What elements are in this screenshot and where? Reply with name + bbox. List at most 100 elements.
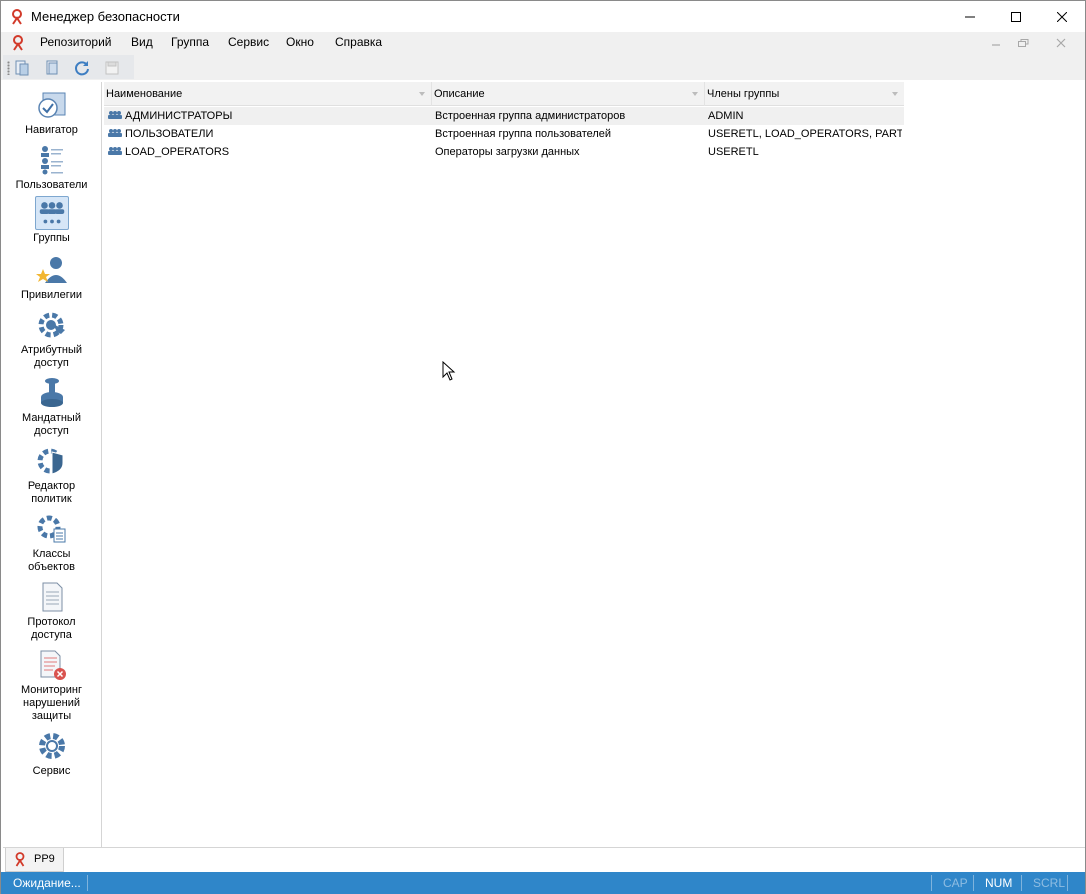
row-name-cell: ПОЛЬЗОВАТЕЛИ (107, 125, 429, 143)
mdi-app-icon[interactable] (11, 35, 25, 51)
mandatory-access-icon (40, 378, 63, 407)
row-name: ПОЛЬЗОВАТЕЛИ (125, 128, 214, 140)
nav-label-policy-editor: Редактор политик (27, 480, 76, 505)
properties-icon[interactable] (43, 59, 61, 77)
close-button[interactable] (1039, 1, 1085, 32)
close-icon (1057, 11, 1067, 22)
nav-item-navigator[interactable]: Навигатор (3, 88, 100, 137)
nav-label-navigator: Навигатор (25, 124, 78, 136)
row-members: ADMIN (708, 110, 744, 122)
row-members: USERETL, LOAD_OPERATORS, PART... (708, 128, 902, 140)
row-name: АДМИНИСТРАТОРЫ (125, 110, 233, 122)
navigator-icon (37, 92, 65, 118)
toolbar-grip[interactable] (7, 61, 10, 75)
nav-item-policy-editor[interactable]: Редактор политик (3, 444, 100, 506)
table-row[interactable]: АДМИНИСТРАТОРЫ Встроенная группа админис… (104, 107, 904, 125)
save-icon[interactable] (103, 59, 121, 77)
nav-label-access-log: Протокол доступа (27, 616, 76, 641)
menu-window[interactable]: Окно (286, 35, 314, 49)
scroll-lock-indicator: SCRL (1033, 876, 1066, 890)
mdi-close-icon[interactable] (1054, 36, 1068, 50)
column-header-name-label: Наименование (106, 88, 183, 100)
nav-item-security-violations[interactable]: Мониторинг нарушений защиты (3, 648, 100, 723)
menu-service[interactable]: Сервис (228, 35, 269, 49)
nav-item-attribute-access[interactable]: Атрибутный доступ (3, 308, 100, 370)
nav-item-users[interactable]: Пользователи (3, 143, 100, 192)
table-row[interactable]: LOAD_OPERATORS Операторы загрузки данных… (104, 143, 904, 161)
grid-header: Наименование Описание Члены группы (104, 82, 904, 106)
status-text: Ожидание... (13, 876, 81, 890)
column-header-name[interactable]: Наименование (104, 82, 432, 106)
maximize-button[interactable] (993, 1, 1039, 32)
menu-group[interactable]: Группа (171, 35, 209, 49)
mouse-cursor-icon (442, 361, 456, 381)
column-header-members[interactable]: Члены группы (705, 82, 904, 106)
mdi-minimize-icon[interactable] (989, 36, 1003, 50)
window-title: Менеджер безопасности (31, 9, 180, 24)
groups-grid-panel: Наименование Описание Члены группы АДМИН… (104, 82, 1085, 847)
repository-logo-icon (15, 852, 25, 867)
minimize-icon (965, 16, 975, 17)
document-tab-strip: PP9 (3, 847, 1085, 872)
nav-item-mandatory-access[interactable]: Мандатный доступ (3, 376, 100, 438)
column-header-members-label: Члены группы (707, 88, 780, 100)
nav-label-security-violations: Мониторинг нарушений защиты (20, 684, 82, 722)
groups-icon (34, 196, 69, 230)
nav-label-mandatory-access: Мандатный доступ (22, 412, 81, 437)
group-icon (108, 147, 122, 155)
row-name-cell: LOAD_OPERATORS (107, 143, 429, 161)
mdi-restore-icon[interactable] (1016, 36, 1030, 50)
status-divider (1021, 875, 1022, 891)
policy-editor-icon (37, 448, 63, 475)
status-divider (973, 875, 974, 891)
navigator-sidebar: Навигатор Пользователи Группы Привилегии… (3, 82, 102, 847)
attribute-access-icon (38, 312, 65, 338)
menu-help[interactable]: Справка (335, 35, 382, 49)
nav-item-privileges[interactable]: Привилегии (3, 253, 100, 302)
title-bar: Менеджер безопасности (1, 1, 1085, 32)
app-logo-icon (12, 9, 22, 25)
toolbar (1, 54, 1085, 80)
status-divider (931, 875, 932, 891)
row-name-cell: АДМИНИСТРАТОРЫ (107, 107, 429, 125)
document-tab[interactable]: PP9 (5, 848, 64, 872)
nav-label-attribute-access: Атрибутный доступ (20, 344, 83, 369)
nav-item-object-classes[interactable]: Классы объектов (3, 512, 100, 574)
service-icon (38, 733, 65, 759)
column-header-description-label: Описание (434, 88, 485, 100)
toolbar-strip (3, 55, 134, 79)
privileges-icon (35, 257, 67, 283)
row-description: Встроенная группа администраторов (435, 110, 626, 122)
sort-arrow-icon (419, 92, 425, 96)
security-manager-window: Менеджер безопасности Репозиторий Вид Гр… (0, 0, 1086, 894)
document-tab-label: PP9 (34, 853, 55, 865)
nav-label-privileges: Привилегии (21, 289, 82, 301)
nav-label-object-classes: Классы объектов (28, 548, 75, 573)
nav-item-access-log[interactable]: Протокол доступа (3, 580, 100, 642)
caps-lock-indicator: CAP (943, 876, 968, 890)
minimize-button[interactable] (947, 1, 993, 32)
nav-label-service: Сервис (32, 765, 71, 777)
column-header-description[interactable]: Описание (432, 82, 705, 106)
row-name: LOAD_OPERATORS (125, 146, 230, 158)
sort-arrow-icon (892, 92, 898, 96)
row-description: Операторы загрузки данных (435, 146, 580, 158)
menu-repository[interactable]: Репозиторий (40, 35, 112, 49)
group-icon (108, 111, 122, 119)
object-classes-icon (37, 515, 65, 543)
sort-arrow-icon (692, 92, 698, 96)
row-members: USERETL (708, 146, 759, 158)
row-description: Встроенная группа пользователей (435, 128, 612, 140)
nav-item-service[interactable]: Сервис (3, 729, 100, 778)
status-divider (87, 875, 88, 891)
status-divider (1067, 875, 1068, 891)
refresh-icon[interactable] (73, 59, 91, 77)
security-violations-icon (40, 650, 66, 680)
nav-label-users: Пользователи (15, 179, 88, 191)
nav-item-groups[interactable]: Группы (3, 196, 100, 245)
open-repository-icon[interactable] (13, 59, 31, 77)
menu-view[interactable]: Вид (131, 35, 153, 49)
num-lock-indicator: NUM (985, 876, 1013, 890)
maximize-icon (1011, 11, 1021, 22)
table-row[interactable]: ПОЛЬЗОВАТЕЛИ Встроенная группа пользоват… (104, 125, 904, 143)
